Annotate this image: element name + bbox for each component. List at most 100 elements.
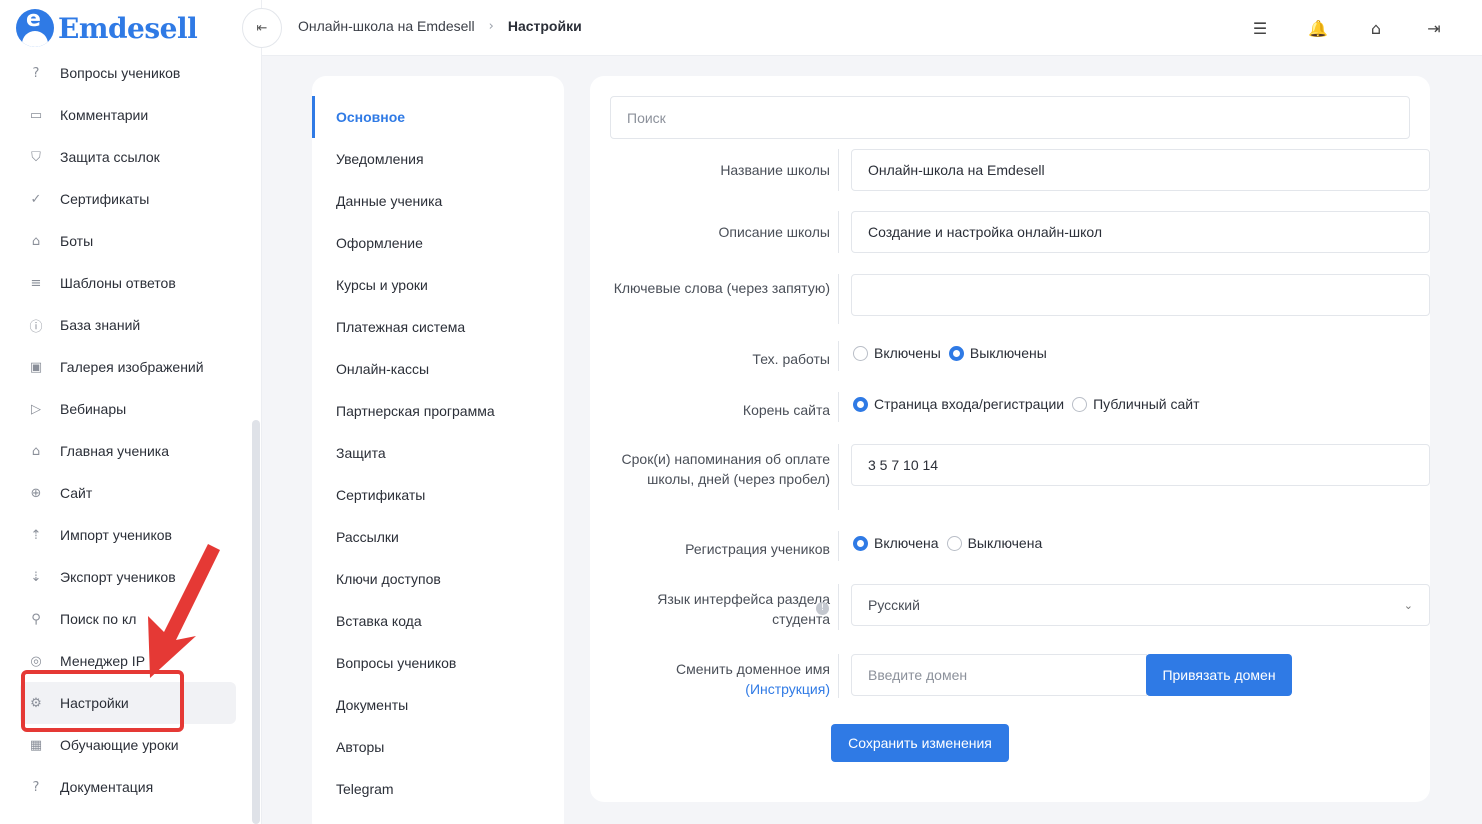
sidebar-item[interactable]: ✓ Сертификаты — [20, 178, 236, 220]
question-circle-icon: ? — [32, 65, 40, 81]
film-icon: ▦ — [29, 737, 43, 753]
settings-menu-card: Основное Уведомления Данные ученика Оформле… — [312, 76, 564, 824]
bind-domain-button[interactable]: Привязать домен — [1146, 654, 1292, 696]
settings-menu-item[interactable]: Курсы и уроки — [312, 264, 564, 306]
play-icon: ▷ — [31, 401, 41, 417]
radio-label: Выключены — [969, 345, 1047, 361]
radio-option[interactable]: Включена — [853, 535, 939, 551]
sidebar-item-label: Документация — [60, 779, 154, 795]
radio-option[interactable]: Выключена — [946, 535, 1043, 551]
settings-menu-item[interactable]: Данные ученика — [312, 180, 564, 222]
registration-radio-group: Включена Выключена — [853, 535, 1050, 551]
radio-option[interactable]: Выключены — [948, 345, 1047, 361]
radio-button[interactable] — [1072, 396, 1088, 412]
sidebar-item-label: Комментарии — [60, 107, 149, 123]
settings-menu-item[interactable]: Документы — [312, 684, 564, 726]
sidebar-item-label: Вебинары — [60, 401, 127, 417]
settings-menu-item[interactable]: Оформление — [312, 222, 564, 264]
radio-label: Выключена — [967, 535, 1043, 551]
school-description-label: Описание школы — [718, 224, 830, 240]
settings-menu: Основное Уведомления Данные ученика Оформле… — [312, 96, 564, 810]
radio-option[interactable]: Включены — [853, 345, 941, 361]
top-bar: ⇤ Онлайн-школа на Emdesell › Настройки ☰… — [242, 0, 1482, 56]
save-changes-button[interactable]: Сохранить изменения — [831, 724, 1009, 762]
info-icon[interactable]: ! — [816, 602, 829, 615]
language-select[interactable]: Русский ⌄ — [851, 584, 1430, 626]
settings-menu-item[interactable]: Сертификаты — [312, 474, 564, 516]
upload-icon: ⇡ — [30, 527, 42, 543]
site-root-label: Корень сайта — [742, 402, 830, 418]
sidebar-item[interactable]: ⌂ Главная ученика — [20, 430, 236, 472]
radio-label: Страница входа/регистрации — [874, 396, 1065, 412]
radio-button[interactable] — [946, 535, 962, 551]
reminder-days-field[interactable] — [851, 444, 1430, 486]
radio-option[interactable]: Публичный сайт — [1072, 396, 1200, 412]
logout-icon[interactable]: ⇥ — [1422, 16, 1446, 40]
sidebar-item[interactable]: ? Вопросы учеников — [20, 52, 236, 94]
bell-icon[interactable]: 🔔 — [1306, 16, 1330, 40]
download-icon: ⇣ — [30, 569, 42, 585]
globe-icon: ⊕ — [30, 485, 42, 501]
sidebar-item[interactable]: ? Документация — [20, 766, 236, 808]
certificate-check-icon: ✓ — [30, 191, 42, 207]
settings-menu-item[interactable]: Основное — [312, 96, 564, 138]
search-icon: ⚲ — [31, 611, 41, 627]
settings-menu-item[interactable]: Telegram — [312, 768, 564, 810]
sidebar-item-label: Обучающие уроки — [60, 737, 179, 753]
settings-menu-item[interactable]: Ключи доступов — [312, 558, 564, 600]
registration-label: Регистрация учеников — [685, 541, 830, 557]
site-root-radio-group: Страница входа/регистрации Публичный сайт — [853, 396, 1208, 412]
settings-menu-item[interactable]: Защита — [312, 432, 564, 474]
language-label: Язык интерфейса раздела студента — [657, 591, 830, 627]
sidebar-item[interactable]: ⛉ Защита ссылок — [20, 136, 236, 178]
school-name-label: Название школы — [720, 162, 830, 178]
school-description-field[interactable] — [851, 211, 1430, 253]
sidebar-item[interactable]: ⓘ База знаний — [20, 304, 236, 346]
school-name-field[interactable] — [851, 149, 1430, 191]
collapse-icon: ⇤ — [256, 20, 268, 36]
sidebar-item[interactable]: ▣ Галерея изображений — [20, 346, 236, 388]
sidebar-scrollbar[interactable] — [252, 420, 260, 824]
radio-button[interactable] — [853, 535, 868, 551]
sidebar-item-label: Боты — [60, 233, 94, 249]
chevron-right-icon: › — [488, 18, 494, 34]
sliders-icon[interactable]: ☰ — [1248, 16, 1272, 40]
brand-logo[interactable]: e Emdesell — [16, 8, 198, 48]
radio-button[interactable] — [853, 396, 868, 412]
settings-menu-item[interactable]: Вопросы учеников — [312, 642, 564, 684]
keywords-field[interactable] — [851, 274, 1430, 316]
shield-icon: ⛉ — [31, 149, 41, 165]
sidebar-item[interactable]: ⌂ Боты — [20, 220, 236, 262]
settings-menu-item[interactable]: Онлайн-кассы — [312, 348, 564, 390]
settings-menu-item[interactable]: Партнерская программа — [312, 390, 564, 432]
settings-search-input[interactable] — [610, 96, 1410, 139]
radio-button[interactable] — [853, 345, 868, 361]
home-settings-icon[interactable]: ⌂ — [1364, 16, 1388, 40]
settings-menu-item[interactable]: Вставка кода — [312, 600, 564, 642]
sidebar-item-label: Сертификаты — [60, 191, 150, 207]
sidebar-item[interactable]: ▭ Комментарии — [20, 94, 236, 136]
radio-label: Включены — [874, 345, 941, 361]
sidebar-item[interactable]: ≡ Шаблоны ответов — [20, 262, 236, 304]
brand-name: Emdesell — [58, 11, 198, 45]
sidebar-item[interactable]: ▷ Вебинары — [20, 388, 236, 430]
settings-menu-item[interactable]: Платежная система — [312, 306, 564, 348]
logo-icon: e — [16, 9, 54, 47]
radio-button[interactable] — [948, 345, 964, 361]
domain-instruction-link[interactable]: (Инструкция) — [745, 681, 830, 697]
settings-menu-item[interactable]: Авторы — [312, 726, 564, 768]
radio-label: Включена — [874, 535, 939, 551]
settings-menu-item[interactable]: Рассылки — [312, 516, 564, 558]
collapse-sidebar-button[interactable]: ⇤ — [242, 8, 282, 48]
sidebar-item[interactable]: ⊕ Сайт — [20, 472, 236, 514]
domain-input[interactable] — [851, 654, 1147, 696]
breadcrumb-link-school[interactable]: Онлайн-школа на Emdesell — [298, 18, 475, 34]
sidebar-item-label: Защита ссылок — [60, 149, 160, 165]
domain-label: Сменить доменное имя (Инструкция) — [676, 661, 830, 697]
radio-option[interactable]: Страница входа/регистрации — [853, 396, 1064, 412]
settings-menu-item[interactable]: Уведомления — [312, 138, 564, 180]
info-circle-icon: ⓘ — [29, 319, 43, 335]
breadcrumb-current: Настройки — [507, 18, 582, 34]
home-icon: ⌂ — [31, 443, 41, 459]
language-select-value: Русский — [868, 597, 920, 613]
